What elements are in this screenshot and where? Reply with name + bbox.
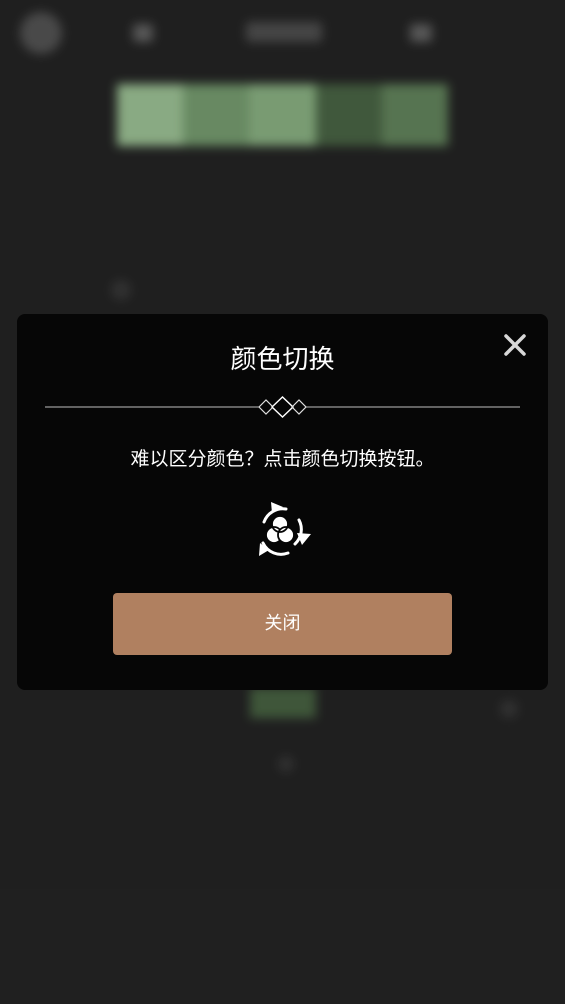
dialog-message: 难以区分颜色？点击颜色切换按钮。 <box>130 448 435 470</box>
close-icon[interactable] <box>500 330 532 362</box>
color-switch-icon <box>259 502 311 556</box>
close-icon-glyph <box>504 334 526 356</box>
close-button[interactable]: 关闭 <box>113 593 452 655</box>
diamond-ornament-icon <box>45 396 520 418</box>
dialog-title: 颜色切换 <box>230 345 335 375</box>
game-screen: 颜色切换 难以区分颜色？点击颜色切换按钮。 关闭 <box>0 0 565 1004</box>
